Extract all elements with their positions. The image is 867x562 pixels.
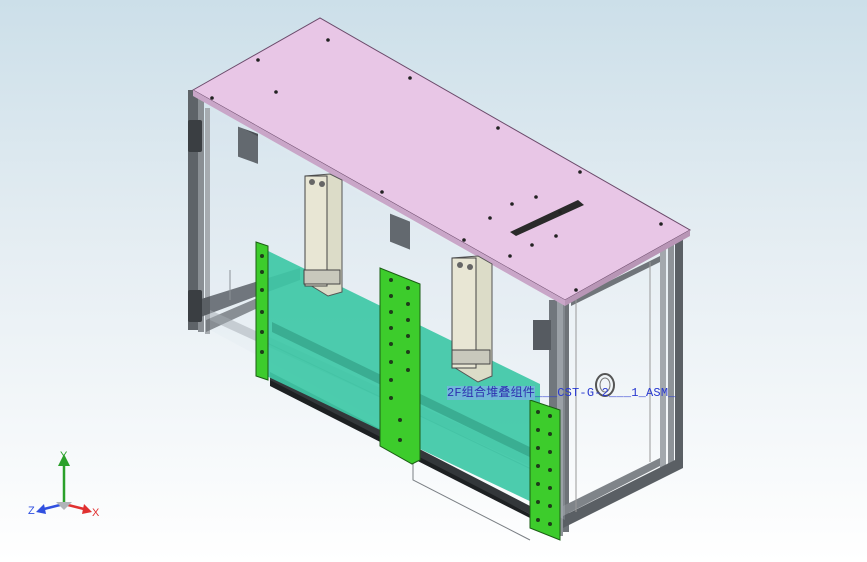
green-bracket-left[interactable] <box>255 241 269 381</box>
triad-z-label: Z <box>28 505 35 517</box>
triad-x-label: X <box>92 507 100 519</box>
orientation-triad: Y X Z <box>28 450 100 519</box>
assembly-name-annotation[interactable]: 2F组合堆叠组件___CST-G-2___1_ASM_ <box>447 385 676 401</box>
triad-y-label: Y <box>60 450 68 462</box>
green-bracket-center[interactable] <box>379 267 421 465</box>
graphics-viewport[interactable]: 2F组合堆叠组件___CST-G-2___1_ASM_ Y X Z <box>0 0 867 562</box>
assembly-model[interactable] <box>0 0 867 562</box>
green-bracket-right[interactable] <box>529 399 561 541</box>
lift-cylinder-left[interactable] <box>303 173 343 297</box>
highlighted-part-name: 2F组合堆叠组件 <box>447 386 536 400</box>
assembly-file-name: ___CST-G-2___1_ASM_ <box>535 386 676 400</box>
lift-cylinder-right[interactable] <box>451 255 493 383</box>
